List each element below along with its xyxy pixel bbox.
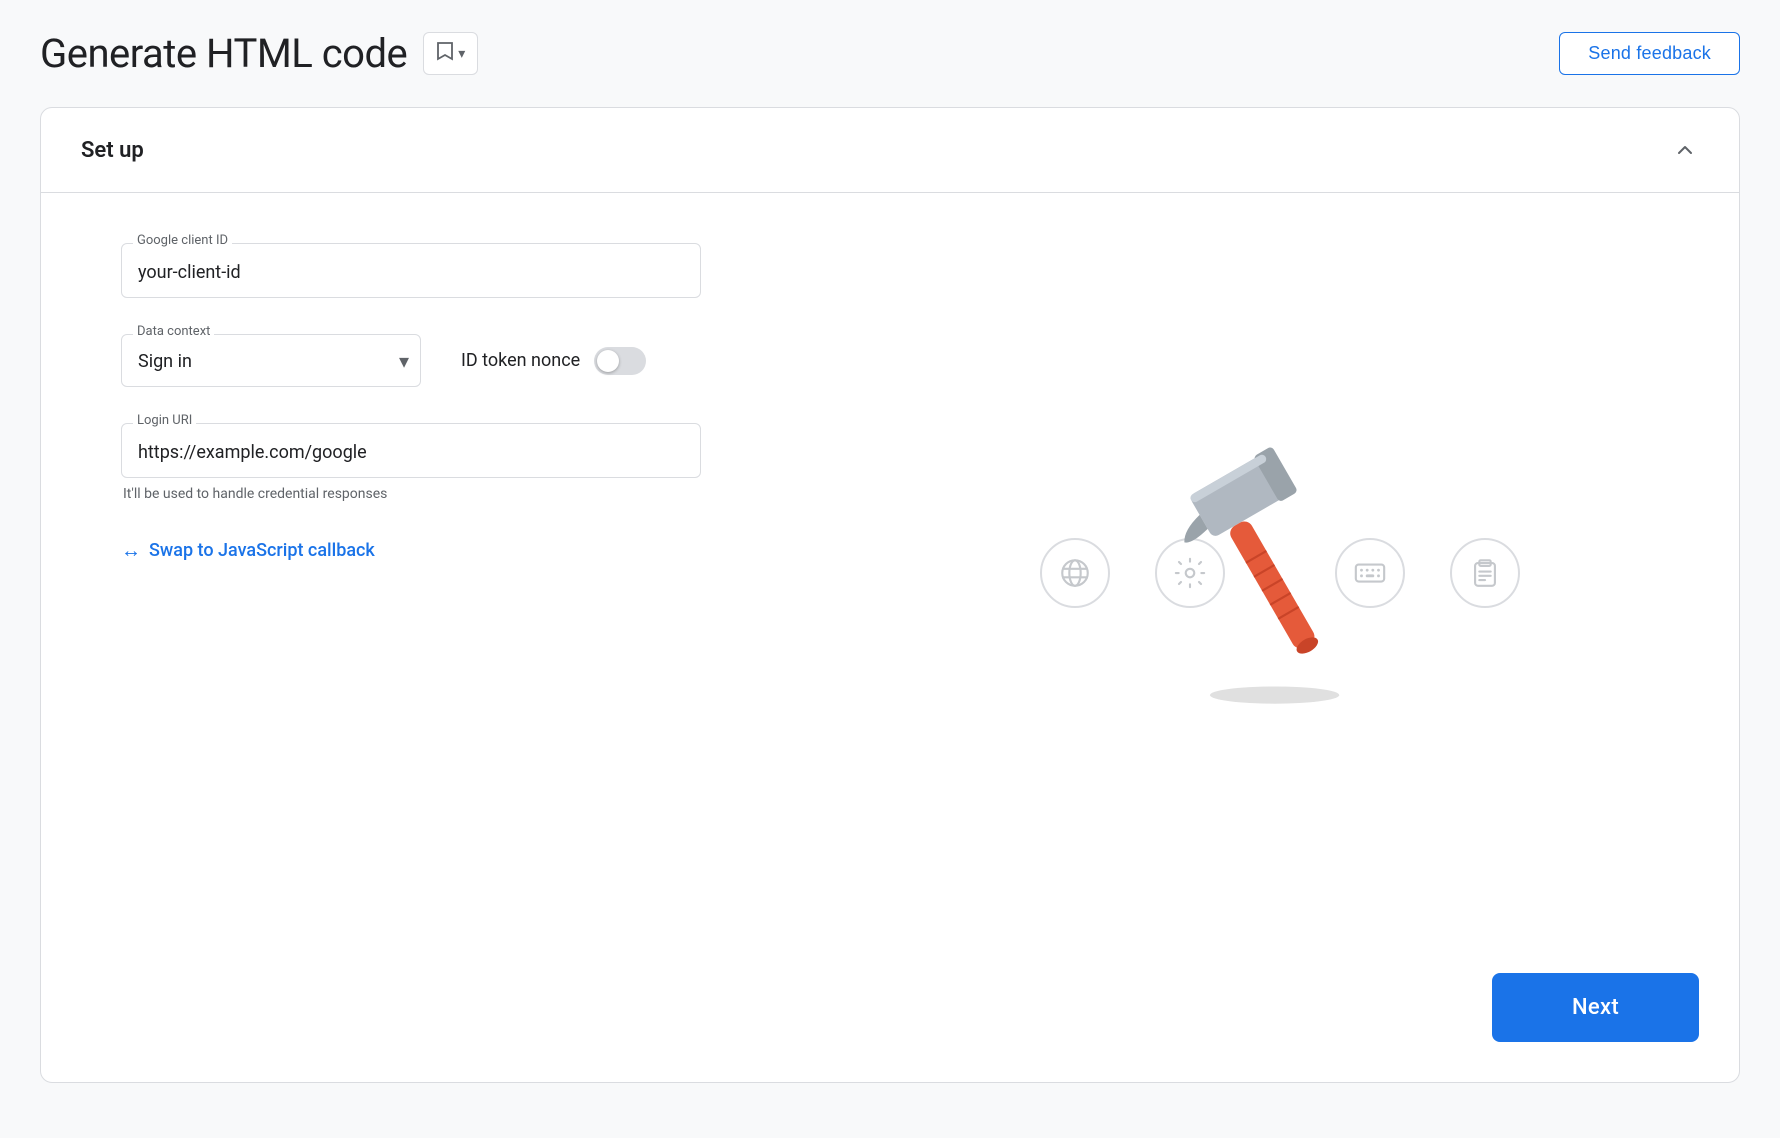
data-context-select[interactable]: Sign in Sign up Sign out [121,334,421,387]
login-uri-field: Login URI [121,423,821,478]
page-title: Generate HTML code [40,30,407,77]
google-client-id-field: Google client ID [121,243,821,298]
login-uri-label: Login URI [133,413,196,428]
row-fields: Data context Sign in Sign up Sign out ▾ … [121,334,821,387]
collapse-button[interactable] [1671,136,1699,164]
swap-icon: ↔ [121,538,141,563]
illustration-container [980,378,1580,778]
header-left: Generate HTML code ▾ [40,30,478,77]
data-context-label: Data context [133,324,214,339]
card-header: Set up [41,108,1739,193]
id-token-nonce-label: ID token nonce [461,350,580,371]
google-client-id-input[interactable] [121,243,701,298]
id-token-nonce-group: ID token nonce [461,347,646,375]
card-footer: Next [41,973,1739,1082]
id-token-nonce-toggle[interactable] [594,347,646,375]
toggle-thumb [597,350,619,372]
globe-icon-circle [1040,538,1110,608]
main-card: Set up Google client ID Data context Sig… [40,107,1740,1083]
login-uri-input[interactable] [121,423,701,478]
google-client-id-label: Google client ID [133,233,232,248]
send-feedback-button[interactable]: Send feedback [1559,32,1740,75]
data-context-field: Data context Sign in Sign up Sign out ▾ [121,334,421,387]
hammer-illustration [1170,428,1390,708]
next-button[interactable]: Next [1492,973,1699,1042]
card-body: Google client ID Data context Sign in Si… [41,193,1739,973]
swap-to-javascript-callback-link[interactable]: ↔ Swap to JavaScript callback [121,538,375,563]
login-uri-wrapper: Login URI It'll be used to handle creden… [121,423,821,502]
login-uri-hint: It'll be used to handle credential respo… [123,486,821,502]
page-header: Generate HTML code ▾ Send feedback [40,30,1740,77]
setup-label: Set up [81,138,144,163]
bookmark-button[interactable]: ▾ [423,32,478,75]
clipboard-icon-circle [1450,538,1520,608]
swap-link-label: Swap to JavaScript callback [149,540,375,561]
illustration-section [861,243,1699,913]
chevron-down-icon: ▾ [458,45,465,62]
form-section: Google client ID Data context Sign in Si… [121,243,821,913]
bookmark-icon [436,41,454,66]
